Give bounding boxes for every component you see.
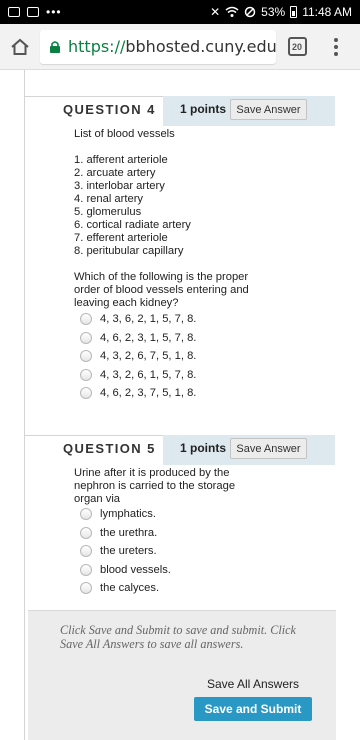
- message-icon: [27, 7, 39, 17]
- option-label: 4, 6, 2, 3, 1, 5, 7, 8.: [100, 331, 197, 344]
- list-item: 6. cortical radiate artery: [74, 219, 191, 231]
- prompt-line: Which of the following is the proper: [74, 271, 249, 283]
- page-content: QUESTION 4 1 points Save Answer List of …: [0, 70, 360, 740]
- save-answer-button[interactable]: Save Answer: [230, 438, 307, 459]
- battery-percent: 53%: [261, 5, 286, 19]
- status-bar: ••• ✕ 53% 11:48 AM: [0, 0, 360, 24]
- lock-icon: [50, 40, 60, 53]
- list-item: 4. renal artery: [74, 193, 144, 205]
- tab-switcher-button[interactable]: 20: [276, 24, 318, 70]
- prompt-line: leaving each kidney?: [74, 297, 179, 309]
- overflow-menu-button[interactable]: [318, 24, 354, 70]
- radio-button[interactable]: [80, 387, 92, 400]
- url-host: bbhosted.cuny.edu/w: [125, 37, 276, 56]
- prompt-line: Urine after it is produced by the: [74, 467, 230, 479]
- instruction-line: Click Save and Submit to save and submit…: [60, 623, 296, 637]
- home-button[interactable]: [0, 24, 40, 70]
- question-points: 1 points: [180, 102, 227, 116]
- answer-option[interactable]: lymphatics.: [80, 505, 280, 524]
- radio-button[interactable]: [80, 582, 92, 595]
- tab-count: 20: [287, 37, 307, 56]
- battery-icon: [290, 6, 298, 18]
- dot: [334, 51, 338, 56]
- answer-option[interactable]: the calyces.: [80, 579, 280, 598]
- radio-button[interactable]: [80, 368, 92, 381]
- option-label: blood vessels.: [100, 563, 171, 576]
- answer-option[interactable]: 4, 3, 2, 6, 1, 5, 7, 8.: [80, 366, 280, 385]
- save-and-submit-button[interactable]: Save and Submit: [194, 697, 312, 721]
- list-item: 7. efferent arteriole: [74, 232, 168, 244]
- option-label: the calyces.: [100, 582, 160, 595]
- mute-icon: ✕: [210, 5, 221, 19]
- wifi-icon: [225, 6, 239, 17]
- question-intro: List of blood vessels: [74, 128, 175, 140]
- url-scheme: https://: [68, 37, 126, 56]
- option-label: the ureters.: [100, 545, 157, 558]
- answer-option[interactable]: 4, 6, 2, 3, 1, 5, 7, 8.: [80, 329, 280, 348]
- option-label: 4, 3, 6, 2, 1, 5, 7, 8.: [100, 313, 197, 326]
- question-text: List of blood vessels 1. afferent arteri…: [74, 128, 264, 310]
- clock: 11:48 AM: [302, 5, 352, 19]
- prompt-line: order of blood vessels entering and: [74, 284, 249, 296]
- answer-option[interactable]: blood vessels.: [80, 561, 280, 580]
- address-bar[interactable]: https://bbhosted.cuny.edu/w: [40, 29, 276, 64]
- answer-option[interactable]: the ureters.: [80, 542, 280, 561]
- instruction-line: Save All Answers to save all answers.: [60, 637, 244, 651]
- answer-options: lymphatics. the urethra. the ureters. bl…: [80, 505, 280, 598]
- radio-button[interactable]: [80, 313, 92, 326]
- question-points: 1 points: [180, 441, 227, 455]
- submit-panel: Click Save and Submit to save and submit…: [28, 610, 336, 740]
- question-title: QUESTION 5: [63, 441, 156, 456]
- more-notifications-icon: •••: [46, 5, 62, 19]
- answer-option[interactable]: 4, 3, 6, 2, 1, 5, 7, 8.: [80, 310, 280, 329]
- radio-button[interactable]: [80, 545, 92, 558]
- question-text: Urine after it is produced by the nephro…: [74, 467, 264, 506]
- save-answer-button[interactable]: Save Answer: [230, 99, 307, 120]
- answer-options: 4, 3, 6, 2, 1, 5, 7, 8. 4, 6, 2, 3, 1, 5…: [80, 310, 280, 403]
- option-label: 4, 3, 2, 6, 1, 5, 7, 8.: [100, 368, 197, 381]
- home-icon: [11, 38, 29, 55]
- option-label: the urethra.: [100, 526, 158, 539]
- dot: [334, 37, 338, 42]
- option-label: lymphatics.: [100, 508, 156, 521]
- gallery-icon: [8, 7, 20, 17]
- radio-button[interactable]: [80, 526, 92, 539]
- browser-toolbar: https://bbhosted.cuny.edu/w 20: [0, 24, 360, 70]
- data-saver-icon: [244, 6, 256, 18]
- list-item: 1. afferent arteriole: [74, 154, 168, 166]
- list-item: 8. peritubular capillary: [74, 245, 184, 257]
- option-label: 4, 3, 2, 6, 7, 5, 1, 8.: [100, 350, 197, 363]
- dot: [334, 44, 338, 49]
- answer-option[interactable]: the urethra.: [80, 524, 280, 543]
- list-item: 3. interlobar artery: [74, 180, 165, 192]
- question-title: QUESTION 4: [63, 102, 156, 117]
- question-header: QUESTION 5 1 points Save Answer: [25, 435, 335, 465]
- save-all-answers-button[interactable]: Save All Answers: [198, 675, 308, 693]
- prompt-line: nephron is carried to the storage: [74, 480, 236, 492]
- radio-button[interactable]: [80, 508, 92, 521]
- submit-instructions: Click Save and Submit to save and submit…: [60, 623, 330, 651]
- answer-option[interactable]: 4, 3, 2, 6, 7, 5, 1, 8.: [80, 347, 280, 366]
- answer-option[interactable]: 4, 6, 2, 3, 7, 5, 1, 8.: [80, 384, 280, 403]
- list-item: 5. glomerulus: [74, 206, 142, 218]
- radio-button[interactable]: [80, 563, 92, 576]
- list-item: 2. arcuate artery: [74, 167, 156, 179]
- option-label: 4, 6, 2, 3, 7, 5, 1, 8.: [100, 387, 197, 400]
- radio-button[interactable]: [80, 350, 92, 363]
- radio-button[interactable]: [80, 331, 92, 344]
- content-rail: [24, 70, 25, 740]
- question-header: QUESTION 4 1 points Save Answer: [25, 96, 335, 126]
